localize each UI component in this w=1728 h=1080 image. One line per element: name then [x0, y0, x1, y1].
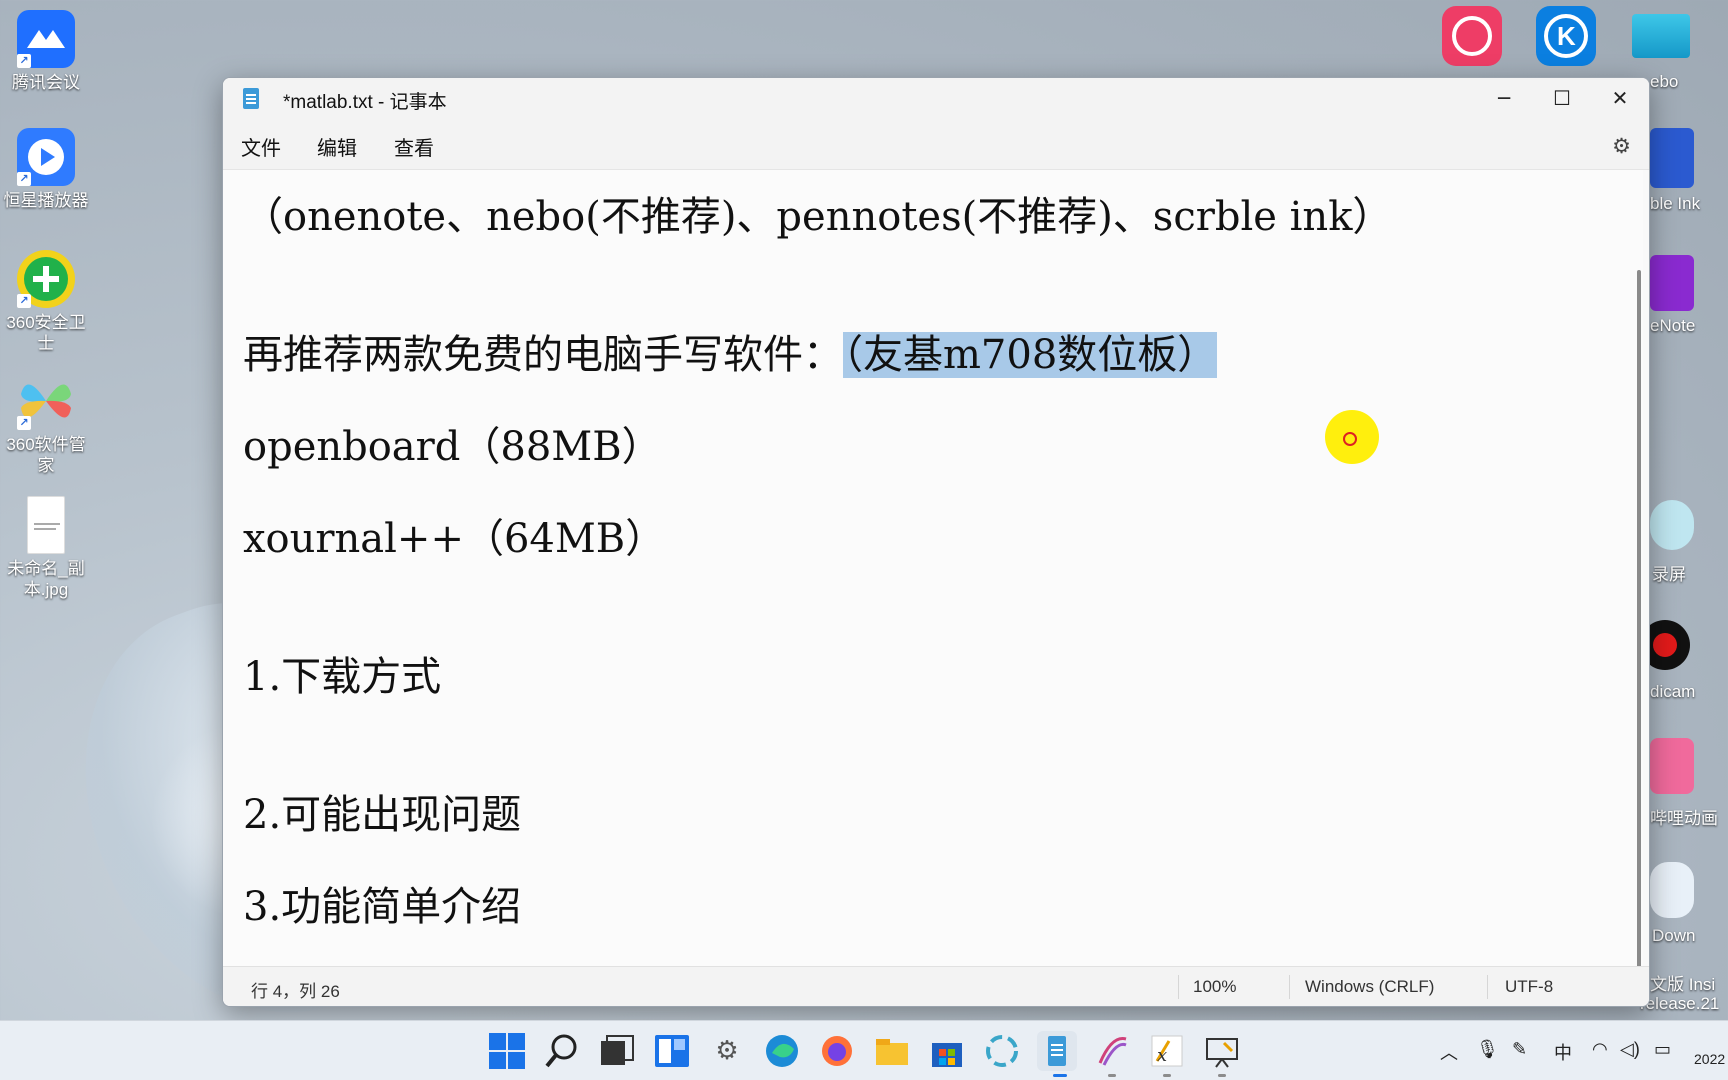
active-app-indicator [1053, 1074, 1067, 1077]
desktop-icon-hengxing-player[interactable]: ↗ 恒星播放器 [0, 128, 92, 211]
vertical-scrollbar[interactable] [1637, 270, 1641, 970]
text-line-7: 3.功能简单介绍 [243, 884, 522, 930]
desktop-icon-label: 腾讯会议 [12, 73, 80, 92]
nebo-icon[interactable] [1632, 14, 1690, 58]
task-view-icon[interactable] [597, 1031, 637, 1071]
selected-text: （友基m708数位板） [843, 332, 1218, 378]
bilibili-icon[interactable] [1650, 738, 1694, 794]
battery-icon[interactable]: ▭ [1654, 1039, 1671, 1060]
text-line-1: （onenote、nebo(不推荐)、pennotes(不推荐)、scrble … [243, 194, 1393, 240]
text-editor[interactable]: （onenote、nebo(不推荐)、pennotes(不推荐)、scrble … [223, 170, 1643, 970]
tencent-meeting-icon: ↗ [17, 10, 75, 68]
app-icon-k[interactable]: K [1536, 6, 1596, 66]
cursor-position: 行 4，列 26 [251, 982, 340, 1001]
status-bar: 行 4，列 26 100% Windows (CRLF) UTF-8 [223, 966, 1649, 1006]
divider [1289, 975, 1290, 999]
settings-icon[interactable]: ⚙ [707, 1031, 747, 1071]
screen-record-icon[interactable] [1650, 500, 1694, 550]
desktop-icon-tencent-meeting[interactable]: ↗ 腾讯会议 [0, 10, 92, 93]
menu-view[interactable]: 查看 [394, 132, 434, 161]
file-explorer-icon[interactable] [872, 1031, 912, 1071]
firefox-icon[interactable] [817, 1031, 857, 1071]
line-ending: Windows (CRLF) [1305, 977, 1435, 996]
text-line-2-plain: 再推荐两款免费的电脑手写软件： [243, 332, 843, 378]
settings-gear-icon[interactable]: ⚙ [1612, 134, 1631, 158]
desktop-icon-label: ble Ink [1650, 194, 1701, 213]
menu-file[interactable]: 文件 [241, 132, 281, 161]
text-line-5: 1.下载方式 [243, 654, 442, 700]
text-line-4: xournal++（64MB） [243, 516, 666, 562]
divider [1487, 975, 1488, 999]
record-dot-icon [1653, 633, 1677, 657]
running-app-indicator [1108, 1074, 1116, 1077]
desktop-icon-360-software-manager[interactable]: ↗ 360软件管家 [0, 372, 92, 476]
desktop-icon-label: Down [1652, 926, 1696, 945]
desktop-icon-label: 录屏 [1652, 565, 1686, 584]
360-safe-icon: ↗ [17, 250, 75, 308]
mouse-cursor-highlight [1325, 410, 1379, 464]
app-icon-pink[interactable] [1442, 6, 1502, 66]
edge-browser-icon[interactable] [762, 1031, 802, 1071]
desktop-icon-unnamed-jpg[interactable]: 未命名_副本.jpg [0, 496, 92, 600]
image-file-icon [27, 496, 65, 554]
volume-icon[interactable]: ◁) [1620, 1039, 1640, 1060]
desktop-icon-label: ebo [1650, 72, 1679, 91]
360-software-manager-icon: ↗ [17, 372, 75, 430]
menu-bar: 文件 编辑 查看 ⚙ [223, 121, 1649, 170]
pen-app-icon[interactable] [1092, 1031, 1132, 1071]
svg-text:x: x [1157, 1045, 1167, 1066]
desktop-icon-label: release.21 [1640, 994, 1720, 1013]
close-button[interactable]: ✕ [1591, 78, 1649, 121]
divider [1178, 975, 1179, 999]
window-title: *matlab.txt - 记事本 [283, 92, 447, 113]
idown-icon[interactable] [1650, 862, 1694, 918]
desktop-icon-label: eNote [1650, 316, 1696, 335]
minimize-button[interactable]: ─ [1475, 78, 1533, 121]
zoom-level: 100% [1193, 977, 1237, 996]
notepad-taskbar-icon[interactable] [1037, 1031, 1077, 1071]
wifi-icon[interactable]: ◠ [1592, 1039, 1608, 1060]
search-icon[interactable] [542, 1031, 582, 1071]
maximize-button[interactable]: ☐ [1533, 78, 1591, 121]
notepad-window: *matlab.txt - 记事本 ─ ☐ ✕ 文件 编辑 查看 ⚙ （onen… [222, 77, 1650, 1007]
pinwheel-app-icon[interactable] [982, 1031, 1022, 1071]
menu-edit[interactable]: 编辑 [317, 132, 357, 161]
desktop-icon-label: dicam [1650, 682, 1696, 701]
desktop-icon-label: 未命名_副本.jpg [7, 559, 85, 599]
onenote-icon[interactable] [1650, 255, 1694, 311]
title-bar[interactable]: *matlab.txt - 记事本 ─ ☐ ✕ [223, 78, 1649, 121]
svg-text:K: K [1557, 21, 1576, 51]
desktop-icon-label: 哔哩动画 [1650, 809, 1718, 828]
show-hidden-icons-chevron-icon[interactable]: ︿ [1440, 1039, 1458, 1065]
encoding: UTF-8 [1505, 977, 1554, 996]
whiteboard-icon[interactable] [1202, 1031, 1242, 1071]
scrble-ink-icon[interactable] [1650, 128, 1694, 188]
microsoft-store-icon[interactable] [927, 1031, 967, 1071]
text-line-6: 2.可能出现问题 [243, 792, 522, 838]
start-windows-icon[interactable] [487, 1031, 527, 1071]
desktop-icon-360-safe[interactable]: ↗ 360安全卫士 [0, 250, 92, 354]
text-line-2: 再推荐两款免费的电脑手写软件：（友基m708数位板） [243, 322, 1218, 380]
clock-date[interactable]: 2022 [1694, 1051, 1725, 1067]
text-line-3: openboard（88MB） [243, 424, 662, 470]
microphone-icon[interactable]: 🎙 [1476, 1039, 1499, 1060]
desktop-icon-label: 360软件管家 [6, 435, 86, 475]
desktop-icon-label: 恒星播放器 [3, 191, 89, 210]
xournal-icon[interactable]: x [1147, 1031, 1187, 1071]
desktop-icon-label: 360安全卫士 [6, 313, 86, 353]
notepad-icon [243, 88, 259, 109]
desktop-icon-label: 文版 Insi [1650, 975, 1716, 994]
widgets-icon[interactable] [652, 1031, 692, 1071]
input-method-indicator[interactable]: 中 [1554, 1039, 1572, 1065]
running-app-indicator [1218, 1074, 1226, 1077]
taskbar: ⚙ x ︿ 🎙 ✎ 中 ◠ ◁) ▭ 2022 [0, 1020, 1728, 1080]
running-app-indicator [1163, 1074, 1171, 1077]
hengxing-player-icon: ↗ [17, 128, 75, 186]
pen-icon[interactable]: ✎ [1512, 1039, 1527, 1060]
